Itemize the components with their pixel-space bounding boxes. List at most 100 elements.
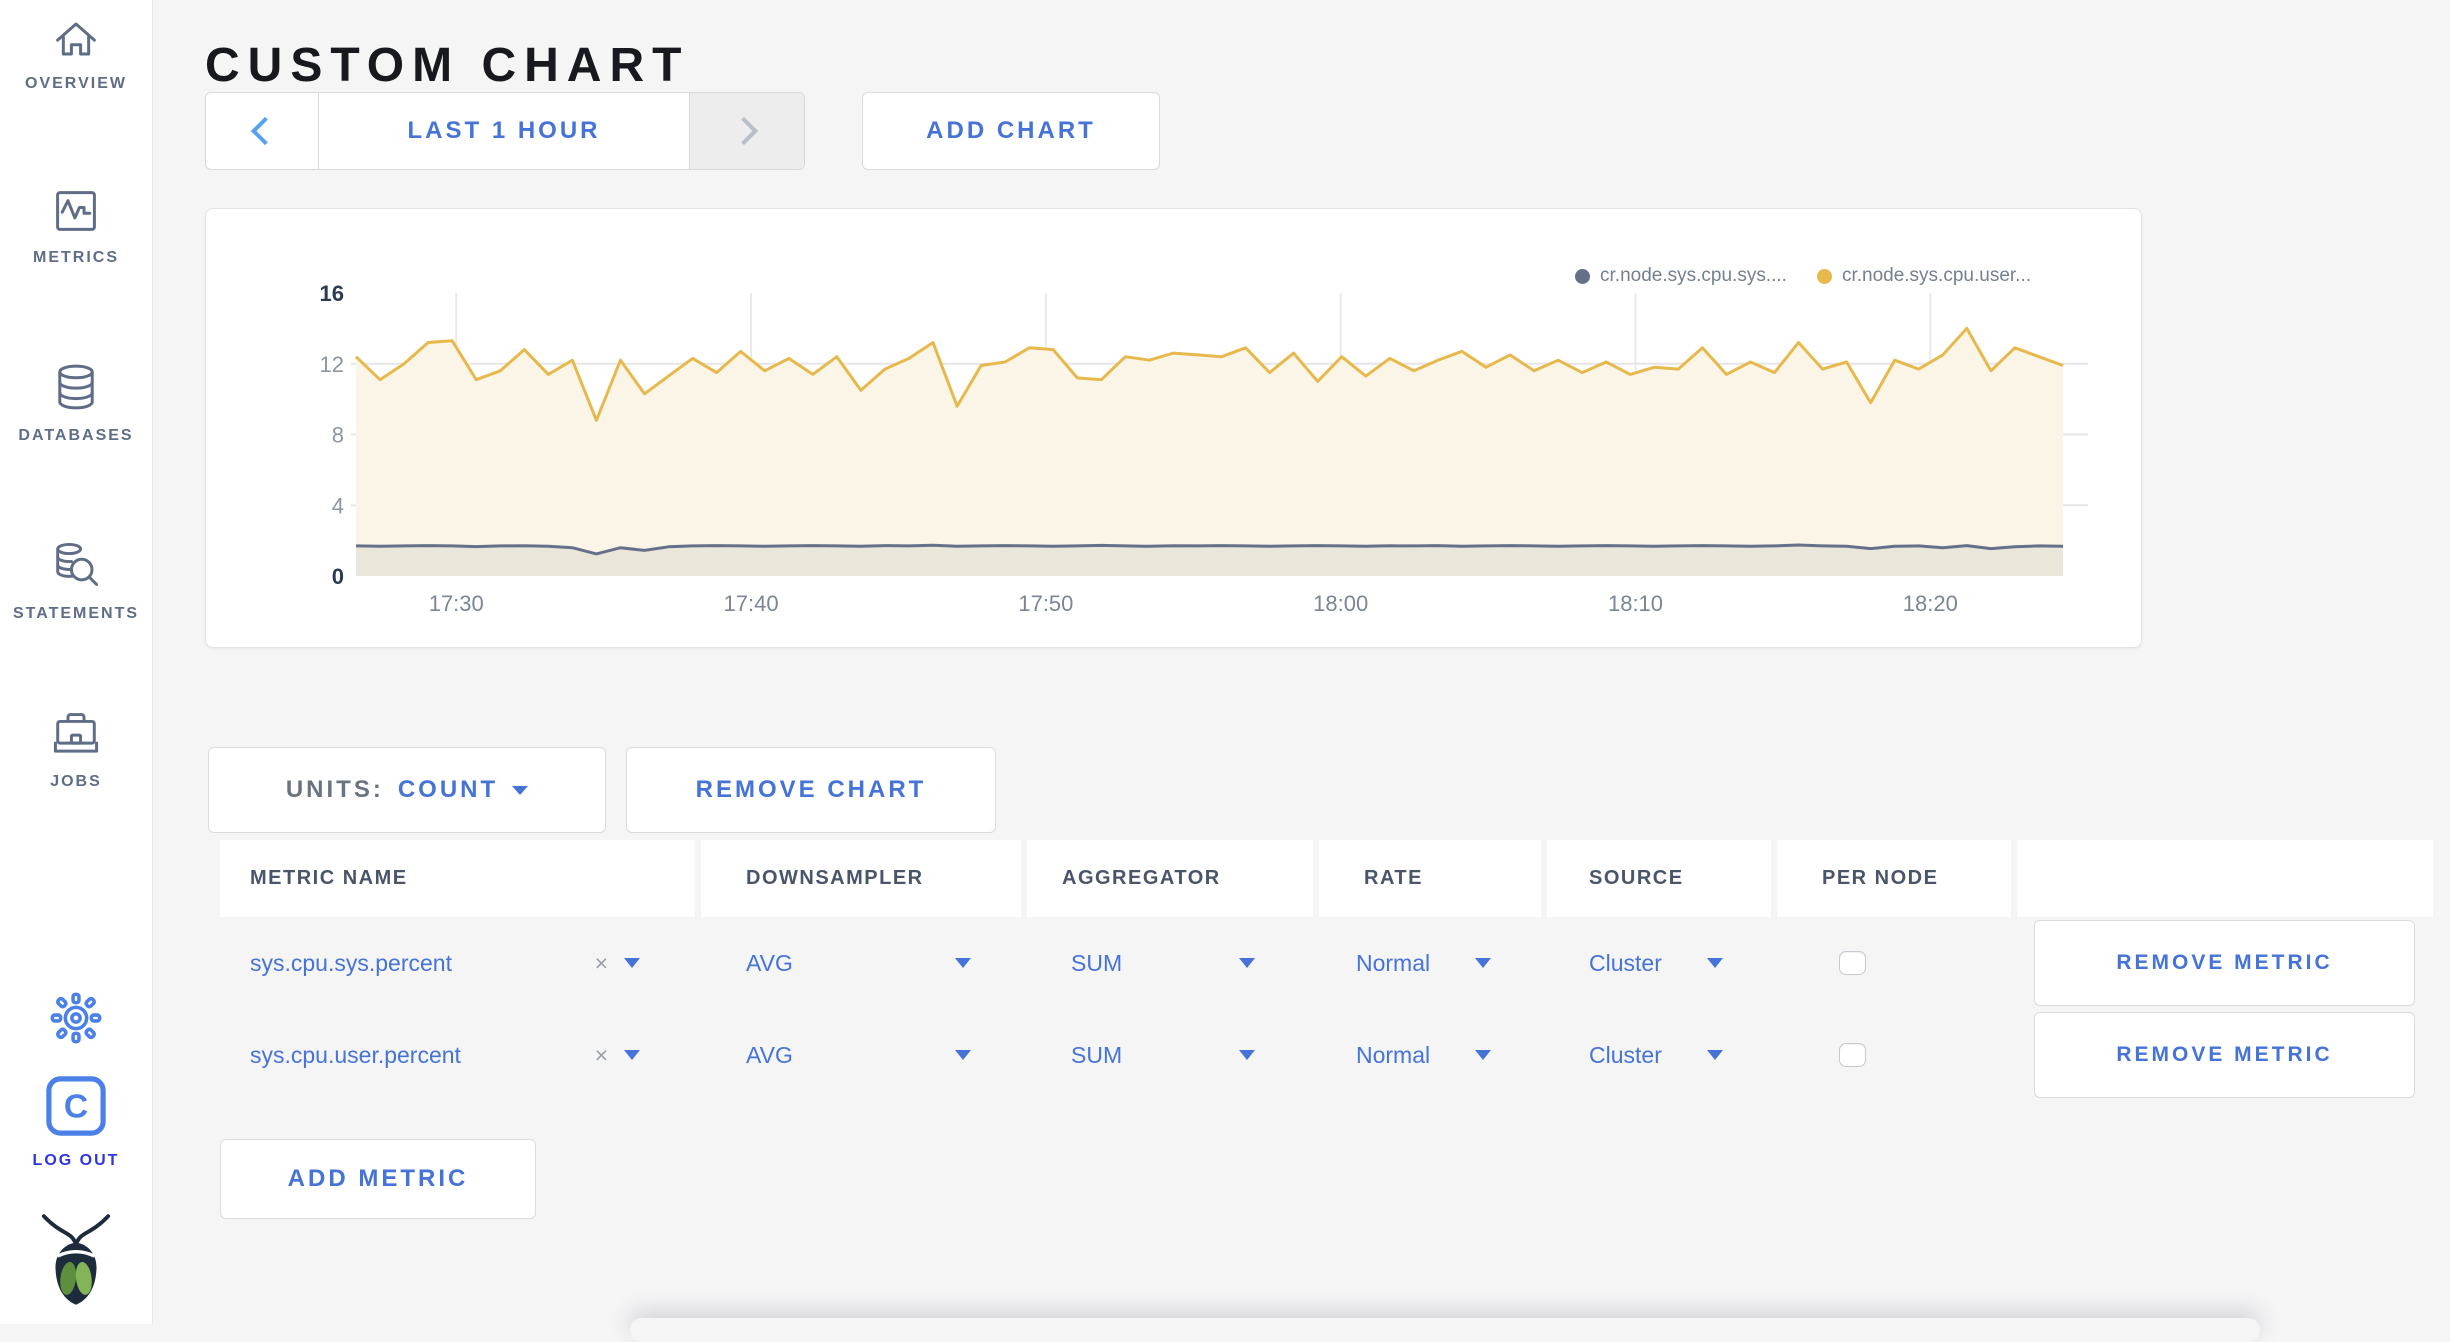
source-select[interactable]: Cluster <box>1547 917 1771 1009</box>
next-chart-card-shadow <box>630 1318 2260 1342</box>
chevron-down-icon <box>1475 958 1491 968</box>
downsampler-select[interactable]: AVG <box>701 1009 1021 1101</box>
column-header-metric-name: METRIC NAME <box>220 840 695 917</box>
chevron-down-icon <box>955 958 971 968</box>
chevron-down-icon <box>624 1050 640 1060</box>
chevron-down-icon <box>1707 958 1723 968</box>
svg-text:18:20: 18:20 <box>1903 591 1958 616</box>
svg-text:C: C <box>64 1089 88 1126</box>
clear-metric-icon[interactable]: × <box>595 950 608 977</box>
jobs-icon <box>52 710 100 763</box>
chart-card: cr.node.sys.cpu.sys.... cr.node.sys.cpu.… <box>205 208 2142 648</box>
home-icon <box>53 18 99 65</box>
metric-name-select[interactable]: sys.cpu.user.percent × <box>220 1009 695 1101</box>
gear-icon <box>50 992 102 1048</box>
database-icon <box>54 362 98 417</box>
svg-text:18:00: 18:00 <box>1313 591 1368 616</box>
series-dot-user <box>1816 268 1832 284</box>
units-dropdown[interactable]: UNITS: COUNT <box>208 747 606 833</box>
sidebar-item-label: DATABASES <box>18 427 134 444</box>
legend-label: cr.node.sys.cpu.user... <box>1841 265 2031 286</box>
svg-text:0: 0 <box>332 564 344 589</box>
sidebar-item-label: OVERVIEW <box>25 75 127 92</box>
chevron-down-icon <box>1239 1050 1255 1060</box>
per-node-cell <box>1777 1009 2011 1101</box>
sidebar-item-metrics[interactable]: METRICS <box>0 188 152 267</box>
sidebar-item-jobs[interactable]: JOBS <box>0 710 152 791</box>
chevron-down-icon <box>512 785 529 795</box>
add-chart-button[interactable]: ADD CHART <box>862 92 1160 170</box>
clear-metric-icon[interactable]: × <box>595 1042 608 1069</box>
metric-name-value: sys.cpu.user.percent <box>250 1041 461 1068</box>
aggregator-select[interactable]: SUM <box>1027 917 1313 1009</box>
sidebar-item-statements[interactable]: STATEMENTS <box>0 540 152 623</box>
rate-value: Normal <box>1356 1041 1431 1068</box>
settings-button[interactable] <box>0 992 152 1049</box>
chevron-left-icon <box>250 116 280 146</box>
remove-metric-button[interactable]: REMOVE METRIC <box>2034 1012 2415 1098</box>
metric-row: sys.cpu.user.percent × AVG SUM Normal Cl… <box>220 1009 2436 1101</box>
column-header-source: SOURCE <box>1547 840 1771 917</box>
aggregator-select[interactable]: SUM <box>1027 1009 1313 1101</box>
cockroach-c-icon: C <box>45 1076 107 1141</box>
sidebar-item-label: METRICS <box>33 249 119 266</box>
per-node-cell <box>1777 917 2011 1009</box>
add-metric-button[interactable]: ADD METRIC <box>220 1139 536 1219</box>
metric-name-value: sys.cpu.sys.percent <box>250 949 452 976</box>
downsampler-select[interactable]: AVG <box>701 917 1021 1009</box>
source-value: Cluster <box>1589 949 1662 976</box>
sidebar: OVERVIEW METRICS DATABASES STATEMENTS JO… <box>0 0 153 1324</box>
time-range-next-button[interactable] <box>689 93 804 169</box>
legend-item[interactable]: cr.node.sys.cpu.user... <box>1816 265 2031 287</box>
source-select[interactable]: Cluster <box>1547 1009 1771 1101</box>
logout-button[interactable]: C LOG OUT <box>0 1075 152 1170</box>
actions-cell: REMOVE METRIC <box>2017 1009 2433 1101</box>
per-node-checkbox[interactable] <box>1839 1043 1866 1067</box>
actions-cell: REMOVE METRIC <box>2017 917 2433 1009</box>
aggregator-value: SUM <box>1071 949 1123 976</box>
column-header-aggregator: AGGREGATOR <box>1027 840 1313 917</box>
metric-name-select[interactable]: sys.cpu.sys.percent × <box>220 917 695 1009</box>
column-header-downsampler: DOWNSAMPLER <box>701 840 1021 917</box>
sidebar-item-overview[interactable]: OVERVIEW <box>0 18 152 93</box>
remove-chart-button[interactable]: REMOVE CHART <box>626 747 996 833</box>
svg-text:18:10: 18:10 <box>1608 591 1663 616</box>
source-value: Cluster <box>1589 1041 1662 1068</box>
legend-label: cr.node.sys.cpu.sys.... <box>1600 265 1787 286</box>
metrics-table: METRIC NAME DOWNSAMPLER AGGREGATOR RATE … <box>220 840 2436 1101</box>
time-range-dropdown[interactable]: LAST 1 HOUR <box>319 93 689 169</box>
chevron-down-icon <box>955 1050 971 1060</box>
metric-row: sys.cpu.sys.percent × AVG SUM Normal Clu… <box>220 917 2436 1009</box>
units-prefix-label: UNITS: <box>285 776 384 803</box>
sidebar-item-databases[interactable]: DATABASES <box>0 362 152 445</box>
chart-legend: cr.node.sys.cpu.sys.... cr.node.sys.cpu.… <box>1575 265 2031 287</box>
per-node-checkbox[interactable] <box>1839 951 1866 975</box>
legend-item[interactable]: cr.node.sys.cpu.sys.... <box>1575 265 1787 287</box>
sidebar-item-label: JOBS <box>50 773 102 790</box>
chevron-right-icon <box>729 116 759 146</box>
column-header-rate: RATE <box>1319 840 1541 917</box>
rate-select[interactable]: Normal <box>1319 1009 1541 1101</box>
statements-icon <box>52 540 100 595</box>
downsampler-value: AVG <box>746 949 793 976</box>
table-header-row: METRIC NAME DOWNSAMPLER AGGREGATOR RATE … <box>220 840 2436 917</box>
svg-text:16: 16 <box>320 281 344 306</box>
chevron-down-icon <box>1239 958 1255 968</box>
column-header-actions <box>2017 840 2433 917</box>
chevron-down-icon <box>1707 1050 1723 1060</box>
svg-text:17:40: 17:40 <box>724 591 779 616</box>
logout-label: LOG OUT <box>32 1152 120 1169</box>
chevron-down-icon <box>1475 1050 1491 1060</box>
rate-value: Normal <box>1356 949 1431 976</box>
units-value: COUNT <box>397 776 499 803</box>
column-header-per-node: PER NODE <box>1777 840 2011 917</box>
svg-text:12: 12 <box>320 352 344 377</box>
aggregator-value: SUM <box>1071 1041 1123 1068</box>
svg-text:17:50: 17:50 <box>1018 591 1073 616</box>
series-dot-sys <box>1575 268 1591 284</box>
remove-metric-button[interactable]: REMOVE METRIC <box>2034 920 2415 1006</box>
time-range-prev-button[interactable] <box>206 93 319 169</box>
svg-text:4: 4 <box>332 493 344 518</box>
rate-select[interactable]: Normal <box>1319 917 1541 1009</box>
custom-chart-page: OVERVIEW METRICS DATABASES STATEMENTS JO… <box>0 0 2450 1324</box>
